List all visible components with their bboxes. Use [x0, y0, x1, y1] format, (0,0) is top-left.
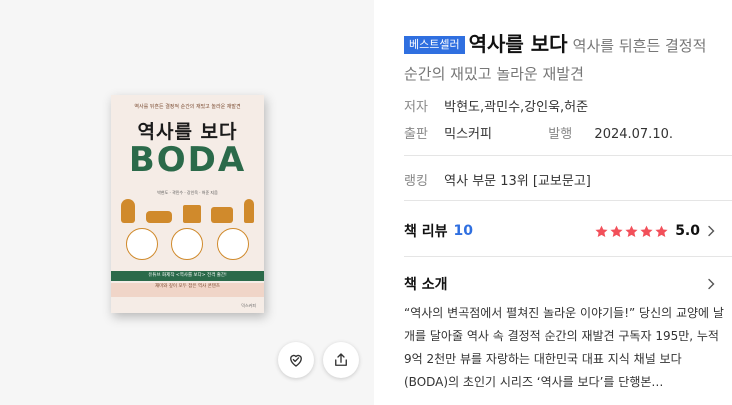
cover-illustration — [121, 197, 254, 223]
publisher-name[interactable]: 믹스커피 — [444, 123, 544, 142]
sphinx-illustration — [145, 211, 172, 223]
book-info-panel: 베스트셀러 역사를 보다 역사를 뒤흔든 결정적 순간의 재밌고 놀라운 재발견 … — [374, 0, 732, 405]
cover-bubbles — [119, 228, 256, 260]
book-cover[interactable]: 역사를 뒤흔든 결정적 순간의 재밌고 놀라운 재발견 역사를 보다 BODA … — [111, 95, 264, 313]
chevron-right-icon — [708, 278, 715, 290]
cover-authors: 박현도 · 곽민수 · 강인욱 · 허준 지음 — [157, 190, 218, 195]
review-count: 10 — [453, 223, 473, 239]
chevron-right-icon — [708, 225, 715, 237]
title-block: 베스트셀러 역사를 보다 역사를 뒤흔든 결정적 순간의 재밌고 놀라운 재발견 — [404, 31, 724, 88]
star-icon — [610, 225, 623, 237]
wishlist-button[interactable] — [278, 342, 314, 378]
ranking-row: 랭킹 역사 부문 13위 [교보문고] — [404, 170, 591, 189]
cover-title-en: BODA — [128, 140, 247, 180]
bull-illustration — [211, 207, 234, 223]
cover-blurb: 역사를 뒤흔든 결정적 순간의 재밌고 놀라운 재발견 — [134, 104, 241, 110]
intro-label: 책 소개 — [404, 277, 448, 293]
divider — [404, 155, 732, 156]
ranking-label: 랭킹 — [404, 174, 428, 189]
cover-bubble — [125, 228, 158, 260]
bestseller-badge: 베스트셀러 — [404, 36, 465, 54]
vase-illustration — [121, 199, 135, 223]
share-button[interactable] — [323, 342, 359, 378]
author-names[interactable]: 박현도,곽민수,강인욱,허준 — [444, 100, 588, 115]
star-icon — [655, 225, 668, 237]
publish-date: 2024.07.10. — [594, 127, 673, 142]
cover-bubble — [171, 228, 204, 260]
cover-band-sub: 재미와 깊이 모두 잡은 역사 콘텐츠 — [111, 283, 264, 297]
author-label: 저자 — [404, 100, 428, 115]
star-rating: 5.0 — [594, 223, 716, 239]
temple-illustration — [182, 205, 201, 223]
intro-text: “역사의 변곡점에서 펼쳐진 놀라운 이야기들!” 당신의 교양에 날개를 달아… — [404, 306, 724, 389]
ranking-value: 역사 부문 13위 [교보문고] — [444, 174, 591, 189]
star-icon — [640, 225, 653, 237]
publish-row: 출판 믹스커피 발행 2024.07.10. — [404, 123, 673, 142]
cover-publisher: 믹스커피 — [241, 303, 256, 308]
divider — [404, 200, 732, 201]
heart-check-icon — [290, 354, 302, 367]
author-row: 저자 박현도,곽민수,강인욱,허준 — [404, 96, 588, 115]
review-section-header[interactable]: 책 리뷰 10 5.0 — [404, 220, 716, 242]
divider — [404, 256, 732, 257]
cover-band-main: 유튜브 화제작 <역사를 보다> 전격 출간! — [111, 271, 264, 281]
intro-section-header[interactable]: 책 소개 — [404, 273, 716, 295]
cover-panel: 역사를 뒤흔든 결정적 순간의 재밌고 놀라운 재발견 역사를 보다 BODA … — [0, 0, 374, 405]
review-score: 5.0 — [675, 223, 700, 239]
book-title: 역사를 보다 — [468, 32, 568, 56]
date-label: 발행 — [548, 127, 573, 142]
cover-bubble — [217, 228, 250, 260]
share-icon — [335, 353, 347, 366]
star-icon — [595, 225, 608, 237]
publisher-label: 출판 — [404, 127, 428, 142]
star-icon — [625, 225, 638, 237]
pharaoh-illustration — [244, 199, 254, 223]
review-label: 책 리뷰 — [404, 224, 448, 240]
